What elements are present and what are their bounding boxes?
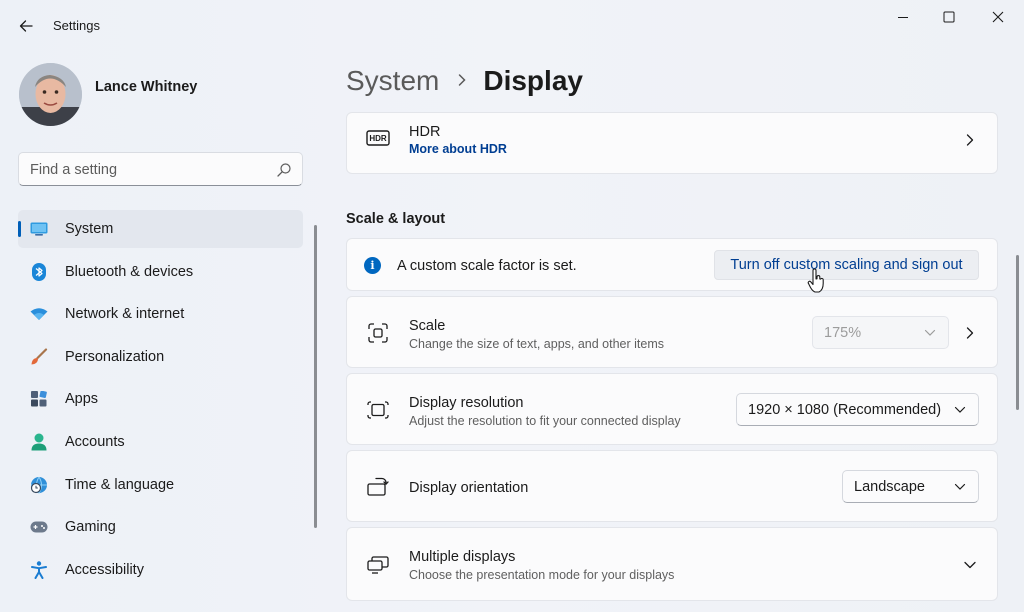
chevron-down-icon (924, 329, 936, 336)
orientation-value: Landscape (854, 479, 925, 495)
app-title: Settings (53, 18, 100, 33)
accessibility-icon (30, 561, 48, 579)
sidebar-item-label: Gaming (65, 519, 116, 536)
paintbrush-icon (30, 348, 48, 366)
info-text: A custom scale factor is set. (397, 258, 577, 274)
resolution-subtitle: Adjust the resolution to fit your connec… (409, 414, 681, 428)
hdr-title: HDR (409, 124, 441, 140)
section-title: Scale & layout (346, 211, 446, 227)
info-icon: i (364, 257, 381, 274)
scale-value: 175% (824, 325, 862, 341)
resolution-value: 1920 × 1080 (Recommended) (748, 402, 942, 418)
avatar[interactable] (19, 63, 82, 126)
sidebar-item-apps[interactable]: Apps (18, 380, 303, 418)
back-button[interactable] (12, 12, 40, 40)
minimize-icon (898, 17, 908, 18)
sidebar-item-system[interactable]: System (18, 210, 303, 248)
resolution-dropdown[interactable]: 1920 × 1080 (Recommended) (736, 393, 979, 426)
hdr-card[interactable]: HDR HDR More about HDR (346, 112, 998, 174)
scale-title: Scale (409, 318, 446, 334)
minimize-button[interactable] (880, 4, 926, 30)
chevron-down-icon (954, 483, 966, 490)
title-bar: Settings (0, 0, 1024, 50)
orientation-title: Display orientation (409, 480, 529, 496)
sidebar-item-label: Network & internet (65, 306, 185, 323)
sidebar-item-label: Bluetooth & devices (65, 263, 194, 280)
scale-icon (366, 321, 390, 345)
sidebar-item-label: Accounts (65, 433, 125, 450)
scale-dropdown: 175% (812, 316, 949, 349)
scale-subtitle: Change the size of text, apps, and other… (409, 337, 665, 351)
maximize-icon (943, 11, 955, 23)
sidebar-item-bluetooth[interactable]: Bluetooth & devices (18, 253, 303, 291)
hdr-icon: HDR (366, 126, 390, 150)
globe-clock-icon (30, 476, 48, 494)
user-name: Lance Whitney (95, 79, 198, 95)
close-icon (992, 11, 1004, 23)
active-indicator (18, 221, 21, 237)
settings-window: Settings Lance Whitney Find a setting Sy… (0, 0, 1024, 612)
arrow-left-icon (19, 20, 33, 32)
multiple-displays-card[interactable]: Multiple displays Choose the presentatio… (346, 527, 998, 601)
turn-off-custom-scaling-button[interactable]: Turn off custom scaling and sign out (714, 250, 979, 280)
monitor-icon (30, 220, 48, 238)
resolution-icon (366, 398, 390, 422)
bluetooth-icon (30, 262, 48, 281)
chevron-down-icon[interactable] (963, 558, 977, 572)
multiple-displays-icon (366, 553, 390, 577)
sidebar-item-network[interactable]: Network & internet (18, 295, 303, 333)
resolution-title: Display resolution (409, 395, 524, 411)
sidebar-item-accessibility[interactable]: Accessibility (18, 551, 303, 589)
hdr-link[interactable]: More about HDR (409, 142, 507, 156)
search-icon[interactable] (276, 162, 292, 178)
wifi-icon (30, 305, 48, 323)
close-button[interactable] (975, 4, 1021, 30)
sidebar-item-personalization[interactable]: Personalization (18, 338, 303, 376)
search-box[interactable] (18, 152, 303, 186)
breadcrumb-parent[interactable]: System (346, 65, 439, 97)
chevron-right-icon (966, 134, 974, 146)
hand-cursor-icon (807, 268, 824, 293)
apps-icon (30, 390, 48, 408)
sidebar-item-label: Accessibility (65, 561, 144, 578)
sidebar-nav: System Bluetooth & devices Network & int… (18, 210, 303, 593)
sidebar-item-label: System (65, 221, 114, 237)
chevron-right-icon (457, 70, 467, 93)
sidebar-item-accounts[interactable]: Accounts (18, 423, 303, 461)
page-title: Display (483, 65, 583, 96)
multiple-displays-subtitle: Choose the presentation mode for your di… (409, 568, 675, 582)
custom-scale-info-card: i A custom scale factor is set. Turn off… (346, 238, 998, 291)
orientation-icon (366, 475, 390, 499)
sidebar-item-label: Apps (65, 391, 99, 408)
main-scrollbar[interactable] (1016, 255, 1019, 410)
breadcrumb: System Display (346, 60, 583, 102)
sidebar-scrollbar[interactable] (314, 225, 317, 528)
multiple-displays-title: Multiple displays (409, 549, 516, 565)
sidebar-item-gaming[interactable]: Gaming (18, 508, 303, 546)
svg-text:HDR: HDR (369, 134, 387, 143)
maximize-button[interactable] (926, 4, 972, 30)
search-input[interactable] (30, 160, 270, 180)
chevron-right-icon (966, 327, 974, 339)
avatar-image (19, 63, 82, 126)
sidebar-item-label: Personalization (65, 348, 165, 365)
sidebar-item-time-language[interactable]: Time & language (18, 466, 303, 504)
sidebar-item-label: Time & language (65, 476, 175, 493)
orientation-dropdown[interactable]: Landscape (842, 470, 979, 503)
gamepad-icon (30, 518, 48, 536)
chevron-down-icon (954, 406, 966, 413)
person-icon (30, 433, 48, 451)
